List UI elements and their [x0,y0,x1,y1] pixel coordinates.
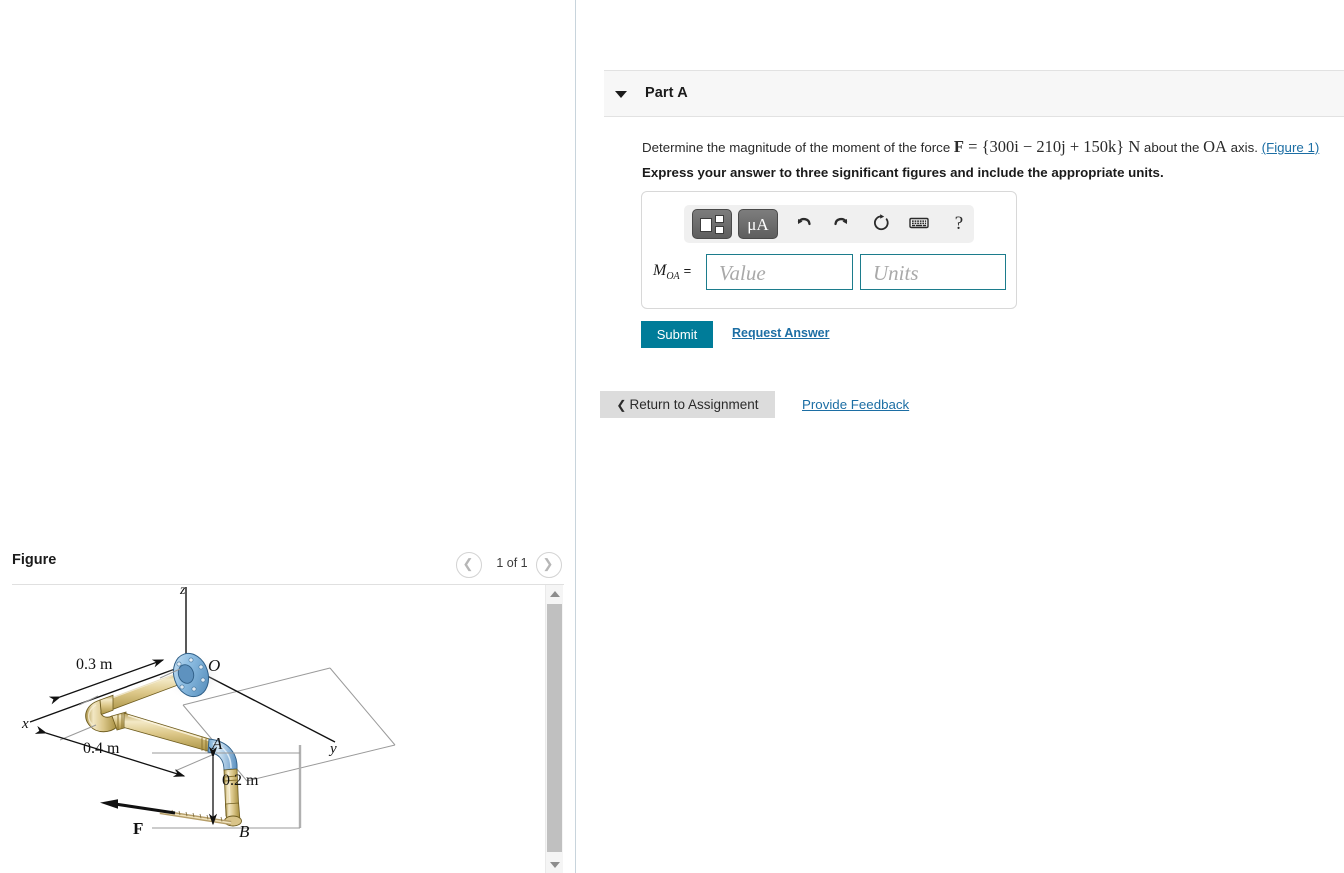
math-template-button[interactable] [692,209,732,239]
force-unit: N [1124,137,1141,156]
scroll-down-button[interactable] [546,856,563,873]
problem-pane: Part A Determine the magnitude of the mo… [576,0,1344,873]
question-suffix: axis. [1226,140,1262,155]
figure-pager: ❮ 1 of 1 ❯ [456,552,566,578]
answer-variable-symbol: M [653,262,667,279]
dimension-label-0-4m: 0.4 m [83,740,120,757]
dimension-0-2-m [208,746,268,829]
redo-icon [834,217,848,226]
problem-page: Part A Determine the magnitude of the mo… [0,0,1344,873]
chevron-right-icon: ❯ [542,556,554,571]
point-label-A: A [211,734,223,753]
caret-down-icon [615,91,627,98]
chevron-left-icon: ❮ [616,398,627,412]
answer-variable-subscript: OA [666,271,680,283]
answer-units-input[interactable] [860,254,1006,290]
pipe-assembly-diagram: 0.3 m 0.4 m 0.2 m z x y O A B F [21,585,396,841]
axis-symbol: OA [1203,137,1227,156]
force-value: {300i − 210j + 150k} [981,137,1125,156]
reset-icon [874,214,889,231]
undo-icon [797,217,811,226]
pipe-segment-elbow-to-A [123,712,214,754]
request-answer-link[interactable]: Request Answer [732,326,829,340]
figure-1-link[interactable]: (Figure 1) [1262,140,1320,155]
force-arrow-F [100,799,176,815]
units-template-button[interactable]: μA [738,209,778,239]
help-button[interactable]: ? [944,209,974,239]
figure-panel-title: Figure [12,552,57,568]
math-template-icon [693,210,731,238]
scroll-up-arrow-icon [550,591,560,597]
figure-scrollbar[interactable] [545,585,563,873]
answer-instruction: Express your answer to three significant… [642,165,1164,180]
axis-label-z: z [179,585,186,598]
dimension-label-0-2m: 0.2 m [222,772,259,789]
return-to-assignment-label: Return to Assignment [629,397,759,412]
answer-variable-label: MOA = [653,262,691,282]
part-a-collapse-toggle[interactable] [614,87,630,101]
scroll-up-button[interactable] [546,585,563,602]
micro-angstrom-icon: μA [747,215,769,234]
answer-entry-box: μA ? MOA = Value Units [641,191,1017,309]
math-toolbar: μA ? [684,205,974,243]
force-equals: = [964,137,982,156]
keyboard-icon [909,217,929,229]
figure-next-button[interactable]: ❯ [536,552,562,578]
scroll-down-arrow-icon [550,862,560,868]
part-a-title: Part A [645,85,688,101]
force-symbol: F [953,137,964,156]
axis-label-y: y [328,741,337,757]
scrollbar-thumb[interactable] [547,604,562,852]
question-text: Determine the magnitude of the moment of… [642,137,1319,157]
keyboard-button[interactable] [904,209,934,239]
question-prefix: Determine the magnitude of the moment of… [642,140,954,155]
submit-button[interactable]: Submit [641,321,713,348]
part-a-header[interactable]: Part A [604,70,1344,117]
answer-equals-sign: = [683,263,692,278]
figure-viewport: 0.3 m 0.4 m 0.2 m z x y O A B F [0,585,545,873]
return-to-assignment-button[interactable]: ❮ Return to Assignment [600,391,775,418]
provide-feedback-link[interactable]: Provide Feedback [802,397,909,412]
figure-prev-button[interactable]: ❮ [456,552,482,578]
question-middle: about the [1140,140,1204,155]
axis-label-x: x [21,716,29,732]
point-label-B: B [239,822,250,841]
pipe-collar-upper [99,694,114,716]
dimension-label-0-3m: 0.3 m [76,656,113,673]
answer-value-input[interactable] [706,254,853,290]
figure-page-count: 1 of 1 [496,556,528,570]
undo-button[interactable] [788,209,818,239]
chevron-left-icon: ❮ [462,556,474,571]
redo-button[interactable] [827,209,857,239]
point-label-O: O [208,656,220,675]
force-label-F: F [133,819,143,838]
reset-button[interactable] [866,209,896,239]
